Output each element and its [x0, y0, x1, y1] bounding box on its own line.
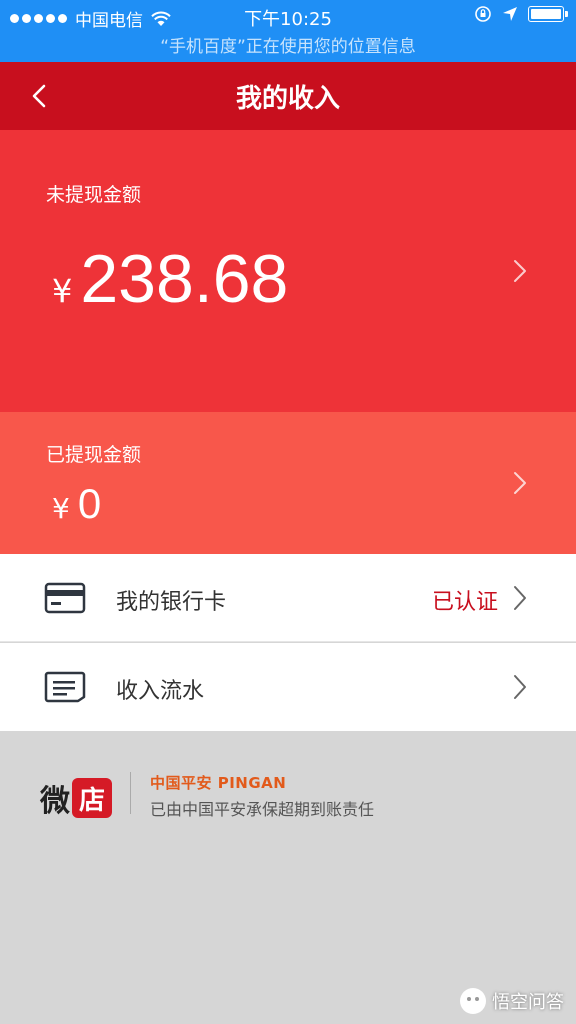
bank-card-label: 我的银行卡	[116, 590, 227, 615]
verified-status: 已认证	[431, 590, 498, 615]
chevron-right-icon	[514, 586, 526, 610]
location-notice[interactable]: “手机百度”正在使用您的位置信息	[0, 32, 576, 57]
logo-text-right: 店	[72, 778, 112, 818]
status-bar: 中国电信 下午10:25 “手机百度”正在使用您的位置信息	[0, 0, 576, 62]
page-title: 我的收入	[235, 84, 340, 114]
pending-label: 未提现金额	[46, 184, 142, 206]
chevron-right-icon	[514, 260, 526, 282]
bank-card-icon	[44, 582, 86, 614]
withdrawn-amount: ¥ 0	[52, 480, 101, 528]
pending-value: 238.68	[80, 241, 289, 317]
bank-card-row[interactable]: 我的银行卡 已认证	[0, 554, 576, 642]
location-arrow-icon	[503, 7, 517, 21]
withdrawn-amount-panel[interactable]: 已提现金额 ¥ 0	[0, 412, 576, 554]
withdrawn-value: 0	[77, 480, 102, 527]
divider	[130, 772, 131, 814]
chevron-right-icon	[514, 675, 526, 699]
withdrawn-label: 已提现金额	[46, 444, 142, 466]
insurer-description: 已由中国平安承保超期到账责任	[150, 800, 375, 819]
pending-amount-panel[interactable]: 未提现金额 ¥ 238.68	[0, 130, 576, 412]
currency-symbol: ¥	[52, 272, 73, 310]
income-statement-label: 收入流水	[116, 679, 205, 704]
watermark-icon	[460, 988, 486, 1014]
watermark-text: 悟空问答	[492, 992, 564, 1013]
battery-icon	[528, 6, 568, 22]
footer: 微 店 中国平安 PINGAN 已由中国平安承保超期到账责任 悟空问答	[0, 732, 576, 1024]
chevron-right-icon	[514, 472, 526, 494]
nav-bar: 我的收入	[0, 62, 576, 130]
orientation-lock-icon	[475, 6, 491, 22]
weidian-logo: 微 店	[40, 776, 112, 820]
status-right	[474, 5, 568, 23]
watermark: 悟空问答	[460, 988, 564, 1014]
statement-icon	[44, 671, 86, 703]
pending-amount: ¥ 238.68	[52, 240, 288, 318]
income-statement-row[interactable]: 收入流水	[0, 643, 576, 731]
insurer-name: 中国平安 PINGAN	[150, 774, 287, 792]
logo-text-left: 微	[40, 784, 70, 819]
currency-symbol: ¥	[52, 492, 70, 525]
